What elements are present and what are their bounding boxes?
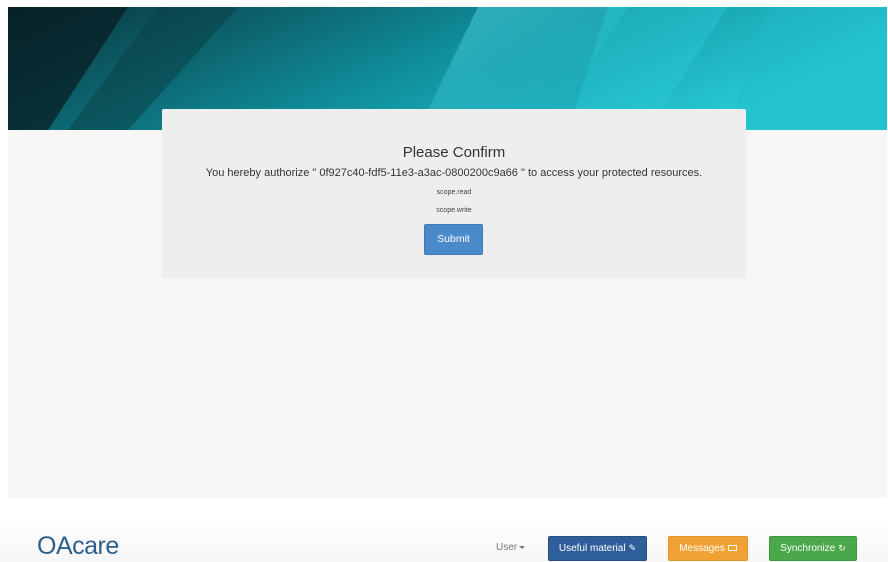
synchronize-label: Synchronize: [780, 543, 836, 554]
user-menu[interactable]: User: [496, 542, 526, 553]
useful-material-button[interactable]: Useful material ✎: [548, 536, 647, 561]
refresh-icon: ↻: [838, 543, 846, 553]
caret-down-icon: [519, 545, 526, 549]
envelope-icon: [727, 545, 737, 552]
paperclip-icon: ✎: [628, 543, 637, 553]
useful-material-label: Useful material: [558, 543, 626, 554]
confirm-title: Please Confirm: [402, 144, 506, 161]
scope-write-label: scope.write: [436, 207, 472, 214]
page-frame: Please Confirm You hereby authorize " 0f…: [8, 7, 887, 498]
scope-read-label: scope.read: [436, 189, 472, 196]
synchronize-button[interactable]: Synchronize ↻: [769, 536, 857, 561]
messages-button[interactable]: Messages: [668, 536, 748, 561]
footer-bar: OAcare User Useful material ✎ Messages Sy…: [0, 520, 888, 562]
user-menu-label: User: [496, 542, 518, 553]
oacare-logo[interactable]: OAcare: [37, 532, 119, 561]
submit-button[interactable]: Submit: [424, 224, 483, 255]
messages-label: Messages: [679, 543, 725, 554]
confirm-card: Please Confirm You hereby authorize " 0f…: [162, 109, 746, 278]
authorize-message: You hereby authorize " 0f927c40-fdf5-11e…: [205, 167, 703, 179]
